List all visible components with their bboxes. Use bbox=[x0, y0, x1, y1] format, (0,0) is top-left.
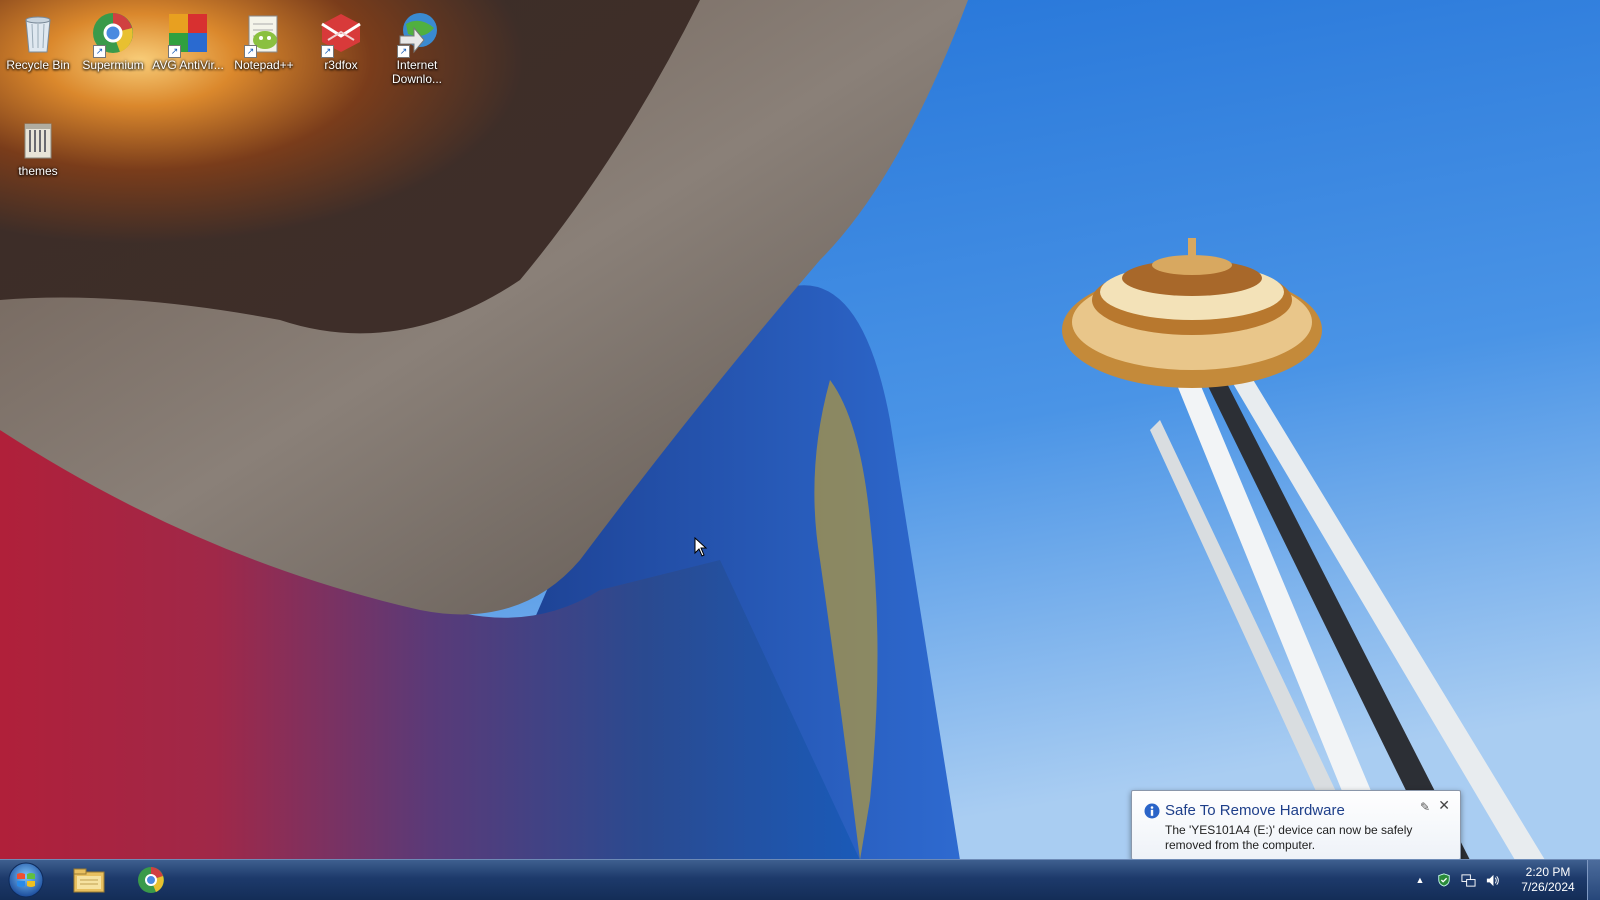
system-tray: ▲ 2:20 PM 7/26/2024 bbox=[1400, 860, 1600, 900]
shortcut-arrow-icon: ↗ bbox=[168, 45, 181, 58]
file-explorer-icon bbox=[73, 868, 105, 893]
taskbar-file-explorer[interactable] bbox=[60, 862, 118, 898]
desktop-icon-label: Internet Downlo... bbox=[391, 58, 443, 86]
start-button[interactable] bbox=[4, 861, 48, 899]
tray-overflow-button[interactable]: ▲ bbox=[1412, 872, 1428, 888]
mouse-cursor-icon bbox=[694, 537, 708, 557]
notification-balloon[interactable]: Safe To Remove Hardware The 'YES101A4 (E… bbox=[1131, 790, 1461, 873]
recycle-bin-icon bbox=[15, 10, 61, 56]
taskbar: ▲ 2:20 PM 7/26/2024 bbox=[0, 859, 1600, 900]
desktop-icon-recycle-bin[interactable]: Recycle Bin bbox=[1, 4, 75, 72]
desktop[interactable]: Recycle Bin ↗ Supermium ↗ AVG AntiVir...… bbox=[0, 0, 1600, 900]
desktop-icon-label: themes bbox=[18, 164, 58, 178]
themes-folder-icon bbox=[15, 116, 61, 162]
volume-icon[interactable] bbox=[1484, 872, 1500, 888]
clock-date: 7/26/2024 bbox=[1521, 880, 1575, 894]
show-desktop-button[interactable] bbox=[1587, 860, 1600, 900]
desktop-icon-notepad-plus-plus[interactable]: ↗ Notepad++ bbox=[227, 4, 301, 72]
close-button[interactable]: ✕ bbox=[1438, 798, 1450, 814]
shortcut-arrow-icon: ↗ bbox=[93, 45, 106, 58]
desktop-icon-themes[interactable]: themes bbox=[1, 110, 75, 178]
notification-message: The 'YES101A4 (E:)' device can now be sa… bbox=[1165, 823, 1413, 852]
desktop-icon-label: AVG AntiVir... bbox=[152, 58, 224, 72]
desktop-icon-r3dfox[interactable]: ↗ r3dfox bbox=[304, 4, 378, 72]
r3dfox-icon: ↗ bbox=[318, 10, 364, 58]
notification-title: Safe To Remove Hardware bbox=[1165, 802, 1345, 819]
avg-antivirus-icon: ↗ bbox=[165, 10, 211, 58]
shortcut-arrow-icon: ↗ bbox=[321, 45, 334, 58]
security-shield-icon[interactable] bbox=[1436, 872, 1452, 888]
windows-orb-icon bbox=[8, 862, 44, 898]
taskbar-supermium[interactable] bbox=[122, 862, 180, 898]
internet-download-manager-icon: ↗ bbox=[394, 10, 440, 58]
wallpaper bbox=[0, 0, 1600, 900]
desktop-icon-avg-antivirus[interactable]: ↗ AVG AntiVir... bbox=[151, 4, 225, 72]
clock[interactable]: 2:20 PM 7/26/2024 bbox=[1518, 865, 1578, 895]
desktop-icon-label: Supermium bbox=[82, 58, 144, 72]
desktop-icon-label: r3dfox bbox=[324, 58, 358, 72]
supermium-icon bbox=[138, 867, 164, 893]
desktop-icon-internet-download-manager[interactable]: ↗ Internet Downlo... bbox=[380, 4, 454, 86]
network-icon[interactable] bbox=[1460, 872, 1476, 888]
info-icon bbox=[1144, 803, 1160, 819]
desktop-icon-supermium[interactable]: ↗ Supermium bbox=[76, 4, 150, 72]
shortcut-arrow-icon: ↗ bbox=[244, 45, 257, 58]
supermium-icon: ↗ bbox=[90, 10, 136, 58]
desktop-icon-label: Notepad++ bbox=[234, 58, 294, 72]
shortcut-arrow-icon: ↗ bbox=[397, 45, 410, 58]
pin-icon[interactable]: ✎ bbox=[1420, 800, 1430, 814]
clock-time: 2:20 PM bbox=[1525, 865, 1571, 879]
desktop-icon-label: Recycle Bin bbox=[6, 58, 70, 72]
notepad-plus-plus-icon: ↗ bbox=[241, 10, 287, 58]
